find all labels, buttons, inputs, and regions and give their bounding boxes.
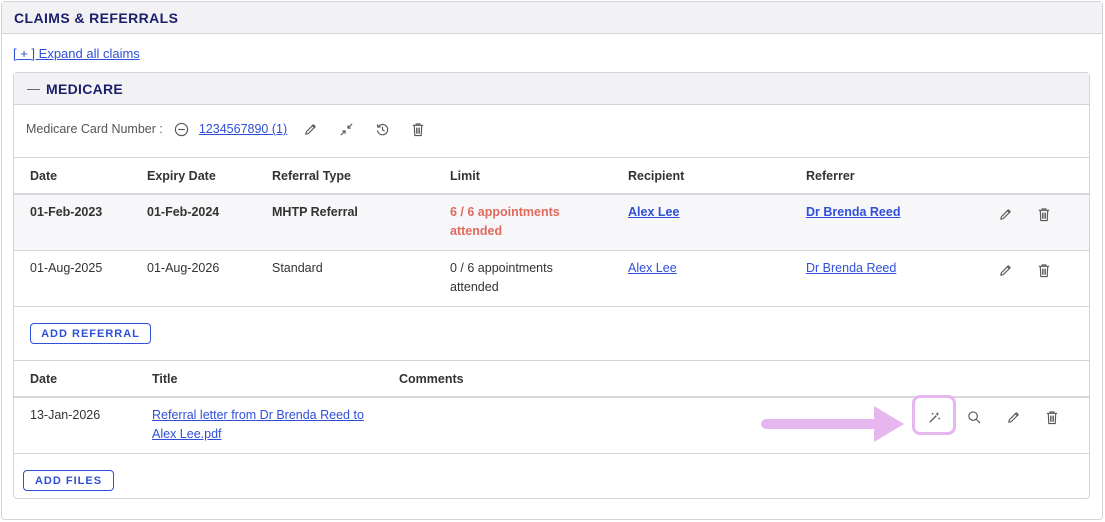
col-referral-type: Referral Type bbox=[272, 168, 351, 183]
col-file-comments: Comments bbox=[399, 371, 464, 386]
annotation-arrow-head bbox=[874, 406, 904, 442]
file-date: 13-Jan-2026 bbox=[30, 408, 101, 422]
files-table: Date Title Comments 13-Jan-2026 Referral… bbox=[14, 360, 1089, 454]
collapse-icon[interactable]: — bbox=[27, 81, 40, 96]
history-icon[interactable] bbox=[371, 118, 393, 140]
col-file-date: Date bbox=[30, 371, 58, 386]
add-referral-button[interactable]: ADD REFERRAL bbox=[30, 323, 151, 344]
col-referrer: Referrer bbox=[806, 168, 855, 183]
referrer-link[interactable]: Dr Brenda Reed bbox=[806, 203, 900, 222]
card-number-label: Medicare Card Number : bbox=[26, 122, 163, 136]
search-icon[interactable] bbox=[963, 406, 985, 428]
files-table-header: Date Title Comments bbox=[14, 360, 1089, 398]
referral-date: 01-Aug-2025 bbox=[30, 261, 103, 275]
trash-icon[interactable] bbox=[1033, 203, 1055, 225]
referral-type: Standard bbox=[272, 261, 323, 275]
card-number-link[interactable]: 1234567890 (1) bbox=[199, 122, 287, 136]
trash-icon[interactable] bbox=[1041, 406, 1063, 428]
col-expiry-date: Expiry Date bbox=[147, 168, 216, 183]
table-row: 01-Feb-2023 01-Feb-2024 MHTP Referral 6 … bbox=[14, 195, 1089, 251]
trash-icon[interactable] bbox=[407, 118, 429, 140]
col-recipient: Recipient bbox=[628, 168, 685, 183]
referrer-link[interactable]: Dr Brenda Reed bbox=[806, 259, 896, 278]
magic-wand-icon[interactable] bbox=[923, 406, 945, 428]
table-row: 01-Aug-2025 01-Aug-2026 Standard 0 / 6 a… bbox=[14, 251, 1089, 307]
referral-limit-line1: 6 / 6 appointments bbox=[450, 205, 560, 219]
expand-all-claims-link[interactable]: [ + ] Expand all claims bbox=[13, 46, 140, 61]
referral-date: 01-Feb-2023 bbox=[30, 205, 103, 219]
collapse-arrows-icon[interactable] bbox=[335, 118, 357, 140]
referral-limit-line2: attended bbox=[450, 280, 499, 294]
medicare-panel: — MEDICARE Medicare Card Number : 123456… bbox=[13, 72, 1090, 499]
referral-expiry: 01-Feb-2024 bbox=[147, 205, 220, 219]
recipient-link[interactable]: Alex Lee bbox=[628, 259, 677, 278]
section-title: CLAIMS & REFERRALS bbox=[14, 9, 179, 26]
file-title-link-line2[interactable]: Alex Lee.pdf bbox=[152, 425, 222, 444]
trash-icon[interactable] bbox=[1033, 259, 1055, 281]
referral-limit-line1: 0 / 6 appointments bbox=[450, 261, 553, 275]
pencil-icon[interactable] bbox=[994, 259, 1016, 281]
referral-limit-line2: attended bbox=[450, 224, 503, 238]
medicare-card-row: Medicare Card Number : 1234567890 (1) bbox=[26, 118, 429, 140]
medicare-title: MEDICARE bbox=[46, 80, 124, 97]
referral-expiry: 01-Aug-2026 bbox=[147, 261, 220, 275]
pencil-icon[interactable] bbox=[299, 118, 321, 140]
pencil-icon[interactable] bbox=[994, 203, 1016, 225]
pencil-icon[interactable] bbox=[1002, 406, 1024, 428]
claims-referrals-header: CLAIMS & REFERRALS bbox=[2, 2, 1102, 34]
table-row: 13-Jan-2026 Referral letter from Dr Bren… bbox=[14, 395, 1089, 454]
add-files-button[interactable]: ADD FILES bbox=[23, 470, 114, 491]
annotation-arrow-shaft bbox=[761, 419, 879, 429]
referrals-table-header: Date Expiry Date Referral Type Limit Rec… bbox=[14, 157, 1089, 195]
col-file-title: Title bbox=[152, 371, 178, 386]
recipient-link[interactable]: Alex Lee bbox=[628, 203, 679, 222]
referrals-table: Date Expiry Date Referral Type Limit Rec… bbox=[14, 157, 1089, 307]
minus-circle-icon[interactable] bbox=[171, 118, 193, 140]
col-date: Date bbox=[30, 168, 58, 183]
col-limit: Limit bbox=[450, 168, 480, 183]
file-title-link-line1[interactable]: Referral letter from Dr Brenda Reed to bbox=[152, 406, 364, 425]
medicare-header[interactable]: — MEDICARE bbox=[14, 73, 1089, 105]
referral-type: MHTP Referral bbox=[272, 205, 358, 219]
